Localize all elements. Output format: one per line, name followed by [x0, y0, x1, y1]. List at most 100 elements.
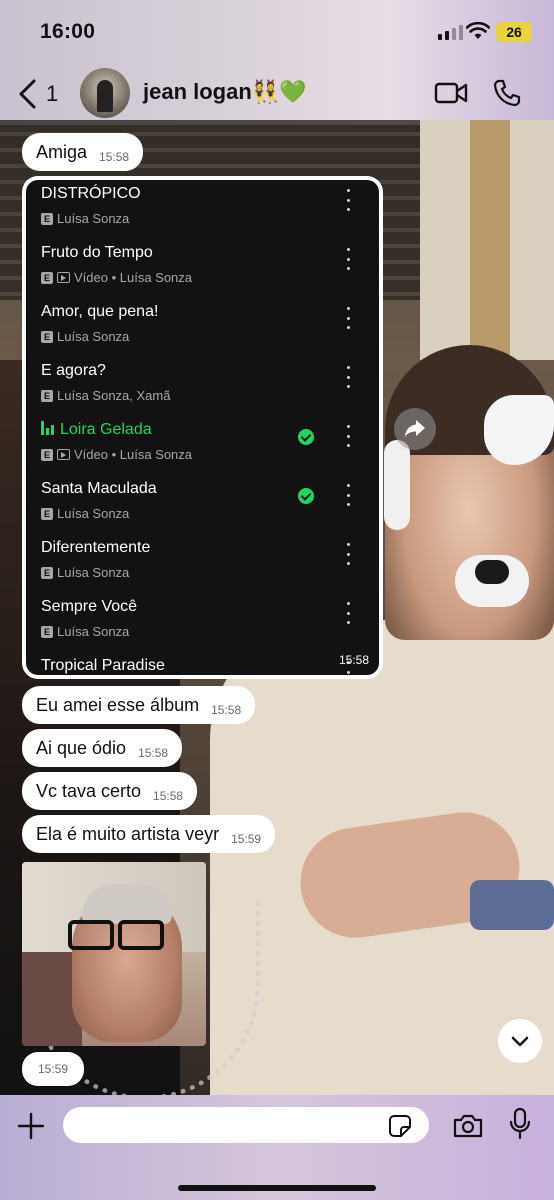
downloaded-check-icon — [298, 429, 314, 445]
track-meta: E Luísa Sonza, Xamã — [41, 388, 170, 403]
scroll-to-bottom-button[interactable] — [498, 1019, 542, 1063]
cellular-signal-icon — [438, 25, 463, 40]
track-meta: E Luísa Sonza — [41, 211, 129, 226]
attach-plus-button[interactable] — [16, 1111, 46, 1141]
back-button[interactable] — [14, 78, 42, 110]
message-text: Ai que ódio — [36, 738, 127, 758]
message-time: 15:58 — [138, 746, 169, 760]
downloaded-check-icon — [298, 488, 314, 504]
playlist-track-row: Fruto do Tempo E Vídeo • Luísa Sonza — [26, 244, 379, 303]
photo-message[interactable] — [22, 862, 206, 1046]
track-title: Loira Gelada — [41, 421, 152, 439]
status-time: 16:00 — [40, 20, 96, 43]
track-title-text: Tropical Paradise — [41, 657, 165, 674]
explicit-icon: E — [41, 271, 53, 284]
track-title: E agora? — [41, 362, 106, 380]
photo-message-time: 15:59 — [22, 1052, 84, 1086]
home-indicator — [178, 1185, 376, 1191]
chevron-down-icon — [511, 1036, 529, 1047]
more-options-icon — [344, 248, 352, 270]
video-call-button[interactable] — [434, 80, 468, 106]
explicit-icon: E — [41, 389, 53, 402]
message-bubble[interactable]: Ela é muito artista veyr 15:59 — [22, 815, 276, 853]
contact-name-text: jean logan — [143, 79, 252, 104]
explicit-icon: E — [41, 566, 53, 579]
voice-call-button[interactable] — [492, 78, 522, 108]
explicit-icon: E — [41, 212, 53, 225]
playlist-track-row: Amor, que pena! E Luísa Sonza — [26, 303, 379, 362]
track-meta: E Vídeo • Luísa Sonza — [41, 447, 192, 462]
avatar[interactable] — [80, 68, 130, 118]
message-input[interactable] — [63, 1107, 429, 1143]
track-meta: E Luísa Sonza — [41, 624, 129, 639]
track-title: Santa Maculada — [41, 480, 157, 498]
track-artist: Luísa Sonza — [57, 506, 130, 521]
track-title: Fruto do Tempo — [41, 244, 153, 262]
track-title-text: Diferentemente — [41, 539, 151, 556]
playlist-track-row: E agora? E Luísa Sonza, Xamã — [26, 362, 379, 421]
status-bar: 16:00 26 — [0, 0, 554, 62]
more-options-icon — [344, 602, 352, 624]
playlist-track-row: Sempre Você E Luísa Sonza — [26, 598, 379, 657]
video-icon — [57, 449, 70, 460]
track-title-text: E agora? — [41, 362, 106, 379]
track-artist: Luísa Sonza — [57, 624, 130, 639]
track-artist: Luísa Sonza — [57, 329, 130, 344]
image-message[interactable]: DISTRÓPICO E Luísa Sonza Fruto do Tempo E Víd… — [22, 176, 383, 679]
playlist-screenshot: DISTRÓPICO E Luísa Sonza Fruto do Tempo E Víd… — [26, 180, 379, 675]
explicit-icon: E — [41, 448, 53, 461]
more-options-icon — [344, 366, 352, 388]
image-message-time: 15:58 — [338, 653, 369, 667]
wifi-icon — [466, 22, 490, 39]
playlist-track-row: Loira Gelada E Vídeo • Luísa Sonza — [26, 421, 379, 480]
battery-indicator: 26 — [496, 22, 532, 42]
message-time: 15:58 — [99, 150, 130, 164]
more-options-icon — [344, 307, 352, 329]
contact-emoji: 👯💚 — [251, 79, 307, 104]
message-time: 15:58 — [153, 789, 184, 803]
message-text: Amiga — [36, 142, 88, 162]
equalizer-icon — [41, 421, 54, 435]
track-title-text: DISTRÓPICO — [41, 185, 141, 202]
chat-header: 1 jean logan👯💚 — [0, 62, 554, 124]
message-bubble[interactable]: Ai que ódio 15:58 — [22, 729, 183, 767]
track-title-text: Amor, que pena! — [41, 303, 159, 320]
track-artist: Luísa Sonza, Xamã — [57, 388, 171, 403]
message-text: Vc tava certo — [36, 781, 142, 801]
track-title: Amor, que pena! — [41, 303, 158, 321]
track-title-text: Sempre Você — [41, 598, 138, 615]
track-meta: E Vídeo • Luísa Sonza — [41, 270, 192, 285]
track-title-text: Santa Maculada — [41, 480, 157, 497]
track-title-text: Loira Gelada — [60, 421, 152, 438]
sticker-button[interactable] — [388, 1114, 412, 1138]
playlist-track-row: DISTRÓPICO E Luísa Sonza — [26, 185, 379, 244]
message-bubble[interactable]: Eu amei esse álbum 15:58 — [22, 686, 256, 724]
more-options-icon — [344, 484, 352, 506]
track-artist: Vídeo • Luísa Sonza — [74, 270, 193, 285]
explicit-icon: E — [41, 507, 53, 520]
video-icon — [57, 272, 70, 283]
track-artist: Luísa Sonza — [57, 565, 130, 580]
track-meta: E Luísa Sonza — [41, 506, 129, 521]
track-title-text: Fruto do Tempo — [41, 244, 153, 261]
playlist-track-row: Santa Maculada E Luísa Sonza — [26, 480, 379, 539]
explicit-icon: E — [41, 330, 53, 343]
forward-icon — [405, 420, 425, 437]
more-options-icon — [344, 189, 352, 211]
message-text: Eu amei esse álbum — [36, 695, 200, 715]
message-bubble[interactable]: Vc tava certo 15:58 — [22, 772, 198, 810]
track-meta: E Luísa Sonza — [41, 565, 129, 580]
message-time: 15:58 — [211, 703, 242, 717]
unread-count[interactable]: 1 — [46, 81, 58, 107]
message-text: Ela é muito artista veyr — [36, 824, 220, 844]
track-artist: Vídeo • Luísa Sonza — [74, 447, 193, 462]
microphone-button[interactable] — [508, 1107, 532, 1141]
track-meta: E Luísa Sonza — [41, 329, 129, 344]
message-bubble[interactable]: Amiga 15:58 — [22, 133, 144, 171]
explicit-icon: E — [41, 625, 53, 638]
contact-name[interactable]: jean logan👯💚 — [143, 79, 307, 105]
more-options-icon — [344, 543, 352, 565]
camera-button[interactable] — [452, 1113, 484, 1139]
forward-button[interactable] — [394, 408, 436, 450]
playlist-track-row: Tropical Paradise — [26, 657, 379, 675]
